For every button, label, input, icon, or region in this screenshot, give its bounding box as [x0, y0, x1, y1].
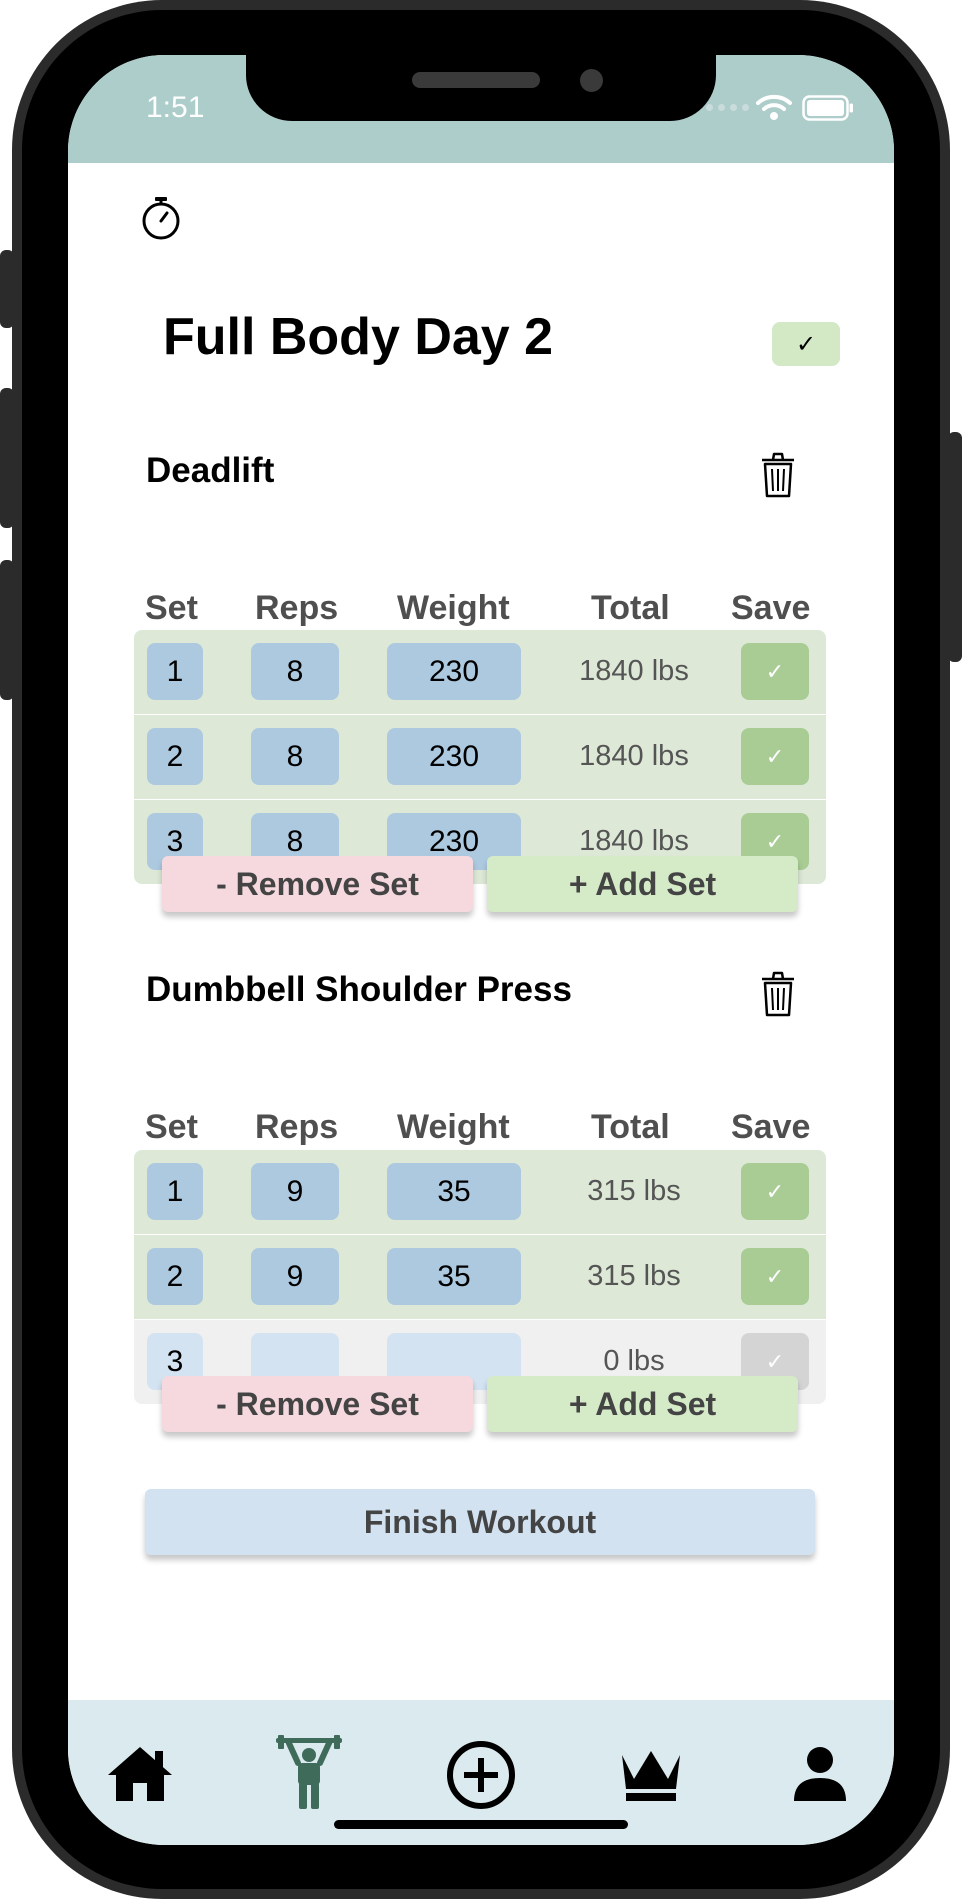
- set-row: 1 9 35 315 lbs ✓: [134, 1150, 826, 1234]
- trash-icon[interactable]: [758, 970, 798, 1018]
- col-header-reps: Reps: [255, 589, 339, 627]
- exercise-name: Deadlift: [146, 451, 275, 490]
- set-total: 1840 lbs: [579, 740, 689, 772]
- power-button: [948, 432, 962, 662]
- col-header-total: Total: [591, 589, 670, 627]
- set-row: 2 8 230 1840 lbs ✓: [134, 715, 826, 799]
- reps-input[interactable]: 8: [251, 643, 339, 700]
- wifi-icon: [756, 94, 792, 120]
- add-set-button[interactable]: + Add Set: [487, 1376, 798, 1432]
- save-set-button[interactable]: ✓: [741, 643, 809, 700]
- mute-switch: [0, 250, 14, 328]
- weight-input[interactable]: 230: [387, 728, 521, 785]
- reps-input[interactable]: 9: [251, 1248, 339, 1305]
- set-row: 2 9 35 315 lbs ✓: [134, 1235, 826, 1319]
- set-number: 1: [147, 643, 203, 700]
- device-notch: [246, 55, 716, 121]
- set-total: 315 lbs: [587, 1260, 681, 1292]
- complete-workout-button[interactable]: ✓: [772, 322, 840, 366]
- reps-input[interactable]: 8: [251, 728, 339, 785]
- front-camera: [580, 69, 603, 92]
- save-set-button[interactable]: ✓: [741, 728, 809, 785]
- save-set-button[interactable]: ✓: [741, 1163, 809, 1220]
- weight-input[interactable]: 35: [387, 1163, 521, 1220]
- weight-input[interactable]: 35: [387, 1248, 521, 1305]
- status-time: 1:51: [146, 91, 205, 124]
- speaker-grille: [412, 72, 540, 88]
- col-header-set: Set: [145, 589, 198, 627]
- add-set-button[interactable]: + Add Set: [487, 856, 798, 912]
- finish-workout-button[interactable]: Finish Workout: [145, 1489, 815, 1555]
- set-total: 1840 lbs: [579, 655, 689, 687]
- set-number: 2: [147, 1248, 203, 1305]
- set-row: 1 8 230 1840 lbs ✓: [134, 630, 826, 714]
- battery-icon: [802, 95, 853, 121]
- col-header-set: Set: [145, 1108, 198, 1146]
- col-header-weight: Weight: [397, 1108, 510, 1146]
- save-set-button[interactable]: ✓: [741, 1248, 809, 1305]
- reps-input[interactable]: 9: [251, 1163, 339, 1220]
- col-header-weight: Weight: [397, 589, 510, 627]
- col-header-reps: Reps: [255, 1108, 339, 1146]
- weightlifter-icon[interactable]: [274, 1735, 344, 1811]
- home-icon[interactable]: [106, 1743, 174, 1805]
- trash-icon[interactable]: [758, 451, 798, 499]
- home-indicator: [334, 1820, 628, 1829]
- col-header-save: Save: [731, 589, 811, 627]
- volume-up-button: [0, 388, 14, 528]
- crown-icon[interactable]: [620, 1745, 682, 1803]
- col-header-total: Total: [591, 1108, 670, 1146]
- set-total: 315 lbs: [587, 1175, 681, 1207]
- volume-down-button: [0, 560, 14, 700]
- app-screen: 1:51 Full Body Day 2 ✓ Deadlift Set Reps…: [68, 55, 894, 1845]
- remove-set-button[interactable]: - Remove Set: [162, 856, 473, 912]
- exercise-name: Dumbbell Shoulder Press: [146, 970, 572, 1009]
- cellular-signal-icon: [706, 104, 749, 111]
- page-title: Full Body Day 2: [163, 308, 554, 366]
- profile-icon[interactable]: [792, 1745, 848, 1803]
- set-number: 1: [147, 1163, 203, 1220]
- weight-input[interactable]: 230: [387, 643, 521, 700]
- set-number: 2: [147, 728, 203, 785]
- stopwatch-icon[interactable]: [140, 195, 182, 241]
- col-header-save: Save: [731, 1108, 811, 1146]
- remove-set-button[interactable]: - Remove Set: [162, 1376, 473, 1432]
- add-circle-icon[interactable]: [446, 1740, 516, 1810]
